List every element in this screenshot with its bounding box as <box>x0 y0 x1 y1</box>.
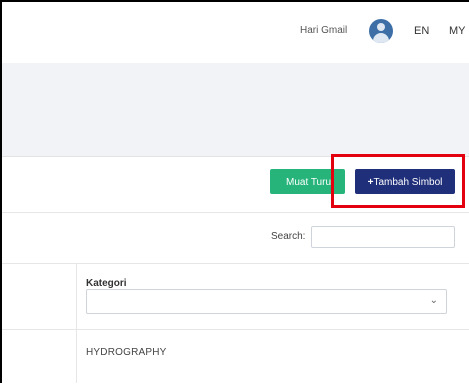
user-name[interactable]: Hari Gmail <box>300 25 347 36</box>
table-header-border <box>2 263 469 264</box>
toolbar-divider <box>2 212 469 213</box>
chevron-down-icon: ⌄ <box>429 295 438 306</box>
annotation-highlight-box <box>331 154 465 208</box>
column-header-kategori[interactable]: Kategori <box>86 278 127 289</box>
search-label: Search: <box>271 231 306 242</box>
table-row-border <box>2 329 469 330</box>
table-row-kategori: HYDROGRAPHY <box>86 347 167 358</box>
avatar-head <box>377 23 385 31</box>
page-header-band <box>2 63 469 156</box>
column-separator <box>76 263 77 383</box>
top-navbar <box>2 2 469 65</box>
language-en-link[interactable]: EN <box>414 25 429 37</box>
search-input[interactable] <box>311 226 455 248</box>
user-avatar-icon[interactable] <box>369 19 393 43</box>
language-my-link[interactable]: MY <box>449 25 466 37</box>
avatar-body <box>373 33 389 43</box>
kategori-filter-select[interactable]: ⌄ <box>86 289 447 314</box>
